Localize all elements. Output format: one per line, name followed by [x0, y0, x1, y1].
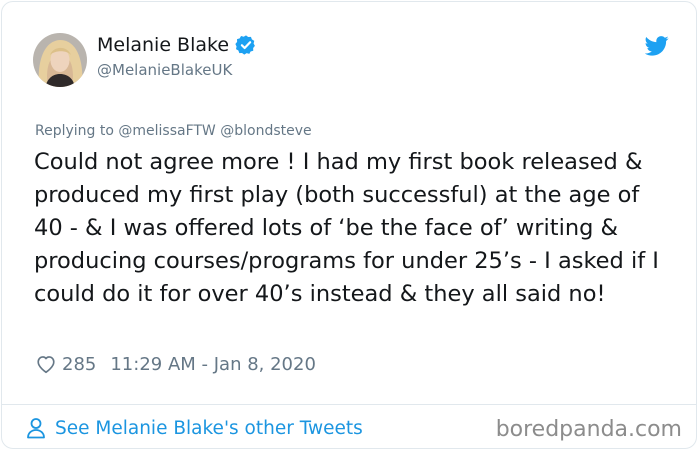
heart-icon[interactable]: [35, 353, 57, 375]
tweet-timestamp[interactable]: 11:29 AM - Jan 8, 2020: [110, 354, 316, 375]
tweet-meta: 285 11:29 AM - Jan 8, 2020: [35, 353, 316, 375]
twitter-bird-icon[interactable]: [645, 36, 669, 56]
author-name-row: Melanie Blake: [97, 34, 257, 56]
user-icon: [27, 418, 45, 439]
tweet-text: Could not agree more ! I had my first bo…: [34, 149, 659, 307]
author-handle[interactable]: @MelanieBlakeUK: [97, 61, 232, 79]
avatar[interactable]: [33, 33, 87, 87]
see-more-tweets-link[interactable]: See Melanie Blake's other Tweets: [26, 417, 363, 439]
avatar-image: [33, 33, 87, 87]
author-display-name[interactable]: Melanie Blake: [97, 34, 229, 56]
replying-to: Replying to @melissaFTW @blondsteve: [35, 123, 312, 139]
divider: [2, 404, 696, 405]
tweet-card: Melanie Blake @MelanieBlakeUK Replying t…: [1, 1, 697, 449]
see-more-label[interactable]: See Melanie Blake's other Tweets: [55, 418, 363, 439]
like-count[interactable]: 285: [62, 354, 96, 375]
verified-badge-icon: [235, 35, 255, 55]
boredpanda-watermark: boredpanda.com: [495, 417, 682, 442]
